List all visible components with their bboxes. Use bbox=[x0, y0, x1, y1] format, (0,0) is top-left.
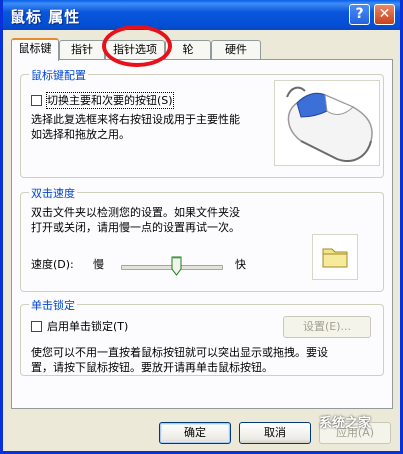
button-config-title: 鼠标键配置 bbox=[29, 67, 88, 83]
fast-label: 快 bbox=[235, 258, 246, 271]
double-click-title: 双击速度 bbox=[29, 185, 77, 201]
click-lock-group: 单击锁定 启用单击锁定(T) 设置(E)... 使您可以不用一直按着鼠标按钮就可… bbox=[20, 297, 384, 376]
window-title: 鼠标 属性 bbox=[10, 8, 81, 26]
highlight-circle bbox=[102, 25, 172, 67]
ok-button[interactable]: 确定 bbox=[159, 422, 231, 444]
double-click-description-line2: 打开或关闭，请用慢一点的设置再试一次。 bbox=[31, 221, 240, 234]
click-lock-label[interactable]: 启用单击锁定(T) bbox=[47, 319, 128, 334]
tab-panel: 鼠标键配置 切换主要和次要的按钮(S) 选择此复选框来将右按钮设成用于主要性能 … bbox=[11, 59, 393, 409]
click-lock-description-line2: 置，请按下鼠标按钮。要放开请再单击鼠标按钮。 bbox=[31, 361, 273, 374]
mouse-icon bbox=[286, 86, 373, 162]
swap-description-line1: 选择此复选框来将右按钮设成用于主要性能 bbox=[31, 113, 240, 126]
cancel-button[interactable]: 取消 bbox=[239, 422, 311, 444]
tab-pointers[interactable]: 指针 bbox=[59, 40, 105, 59]
click-lock-title: 单击锁定 bbox=[29, 297, 77, 313]
swap-buttons-label[interactable]: 切换主要和次要的按钮(S) bbox=[46, 92, 174, 109]
click-lock-settings-button[interactable]: 设置(E)... bbox=[283, 316, 371, 338]
speed-label: 速度(D): bbox=[31, 258, 74, 271]
close-button[interactable]: ✕ bbox=[374, 4, 395, 25]
tab-wheel[interactable]: 轮 bbox=[165, 40, 211, 59]
click-lock-checkbox[interactable] bbox=[31, 321, 42, 332]
mouse-preview bbox=[274, 80, 380, 166]
tab-buttons[interactable]: 鼠标键 bbox=[11, 38, 59, 61]
mouse-properties-window: 鼠标 属性 ? ✕ 鼠标键 指针 指针选项 轮 硬件 鼠标键配置 切换主要和次要… bbox=[0, 0, 403, 454]
double-click-description-line1: 双击文件夹以检测您的设置。如果文件夹没 bbox=[31, 206, 240, 219]
tab-hardware[interactable]: 硬件 bbox=[211, 40, 261, 59]
title-bar[interactable]: 鼠标 属性 ? ✕ bbox=[3, 0, 400, 30]
slow-label: 慢 bbox=[93, 258, 104, 271]
watermark-text: 系统之家 bbox=[319, 416, 372, 431]
folder-icon[interactable] bbox=[313, 235, 357, 279]
speed-slider-thumb[interactable] bbox=[171, 256, 182, 276]
click-lock-description-line1: 使您可以不用一直按着鼠标按钮就可以突出显示或拖拽。要设 bbox=[31, 346, 328, 359]
help-button[interactable]: ? bbox=[349, 4, 370, 25]
swap-buttons-checkbox[interactable] bbox=[31, 95, 42, 106]
swap-description-line2: 如选择和拖放之用。 bbox=[31, 128, 130, 141]
test-folder-area[interactable] bbox=[312, 234, 358, 280]
